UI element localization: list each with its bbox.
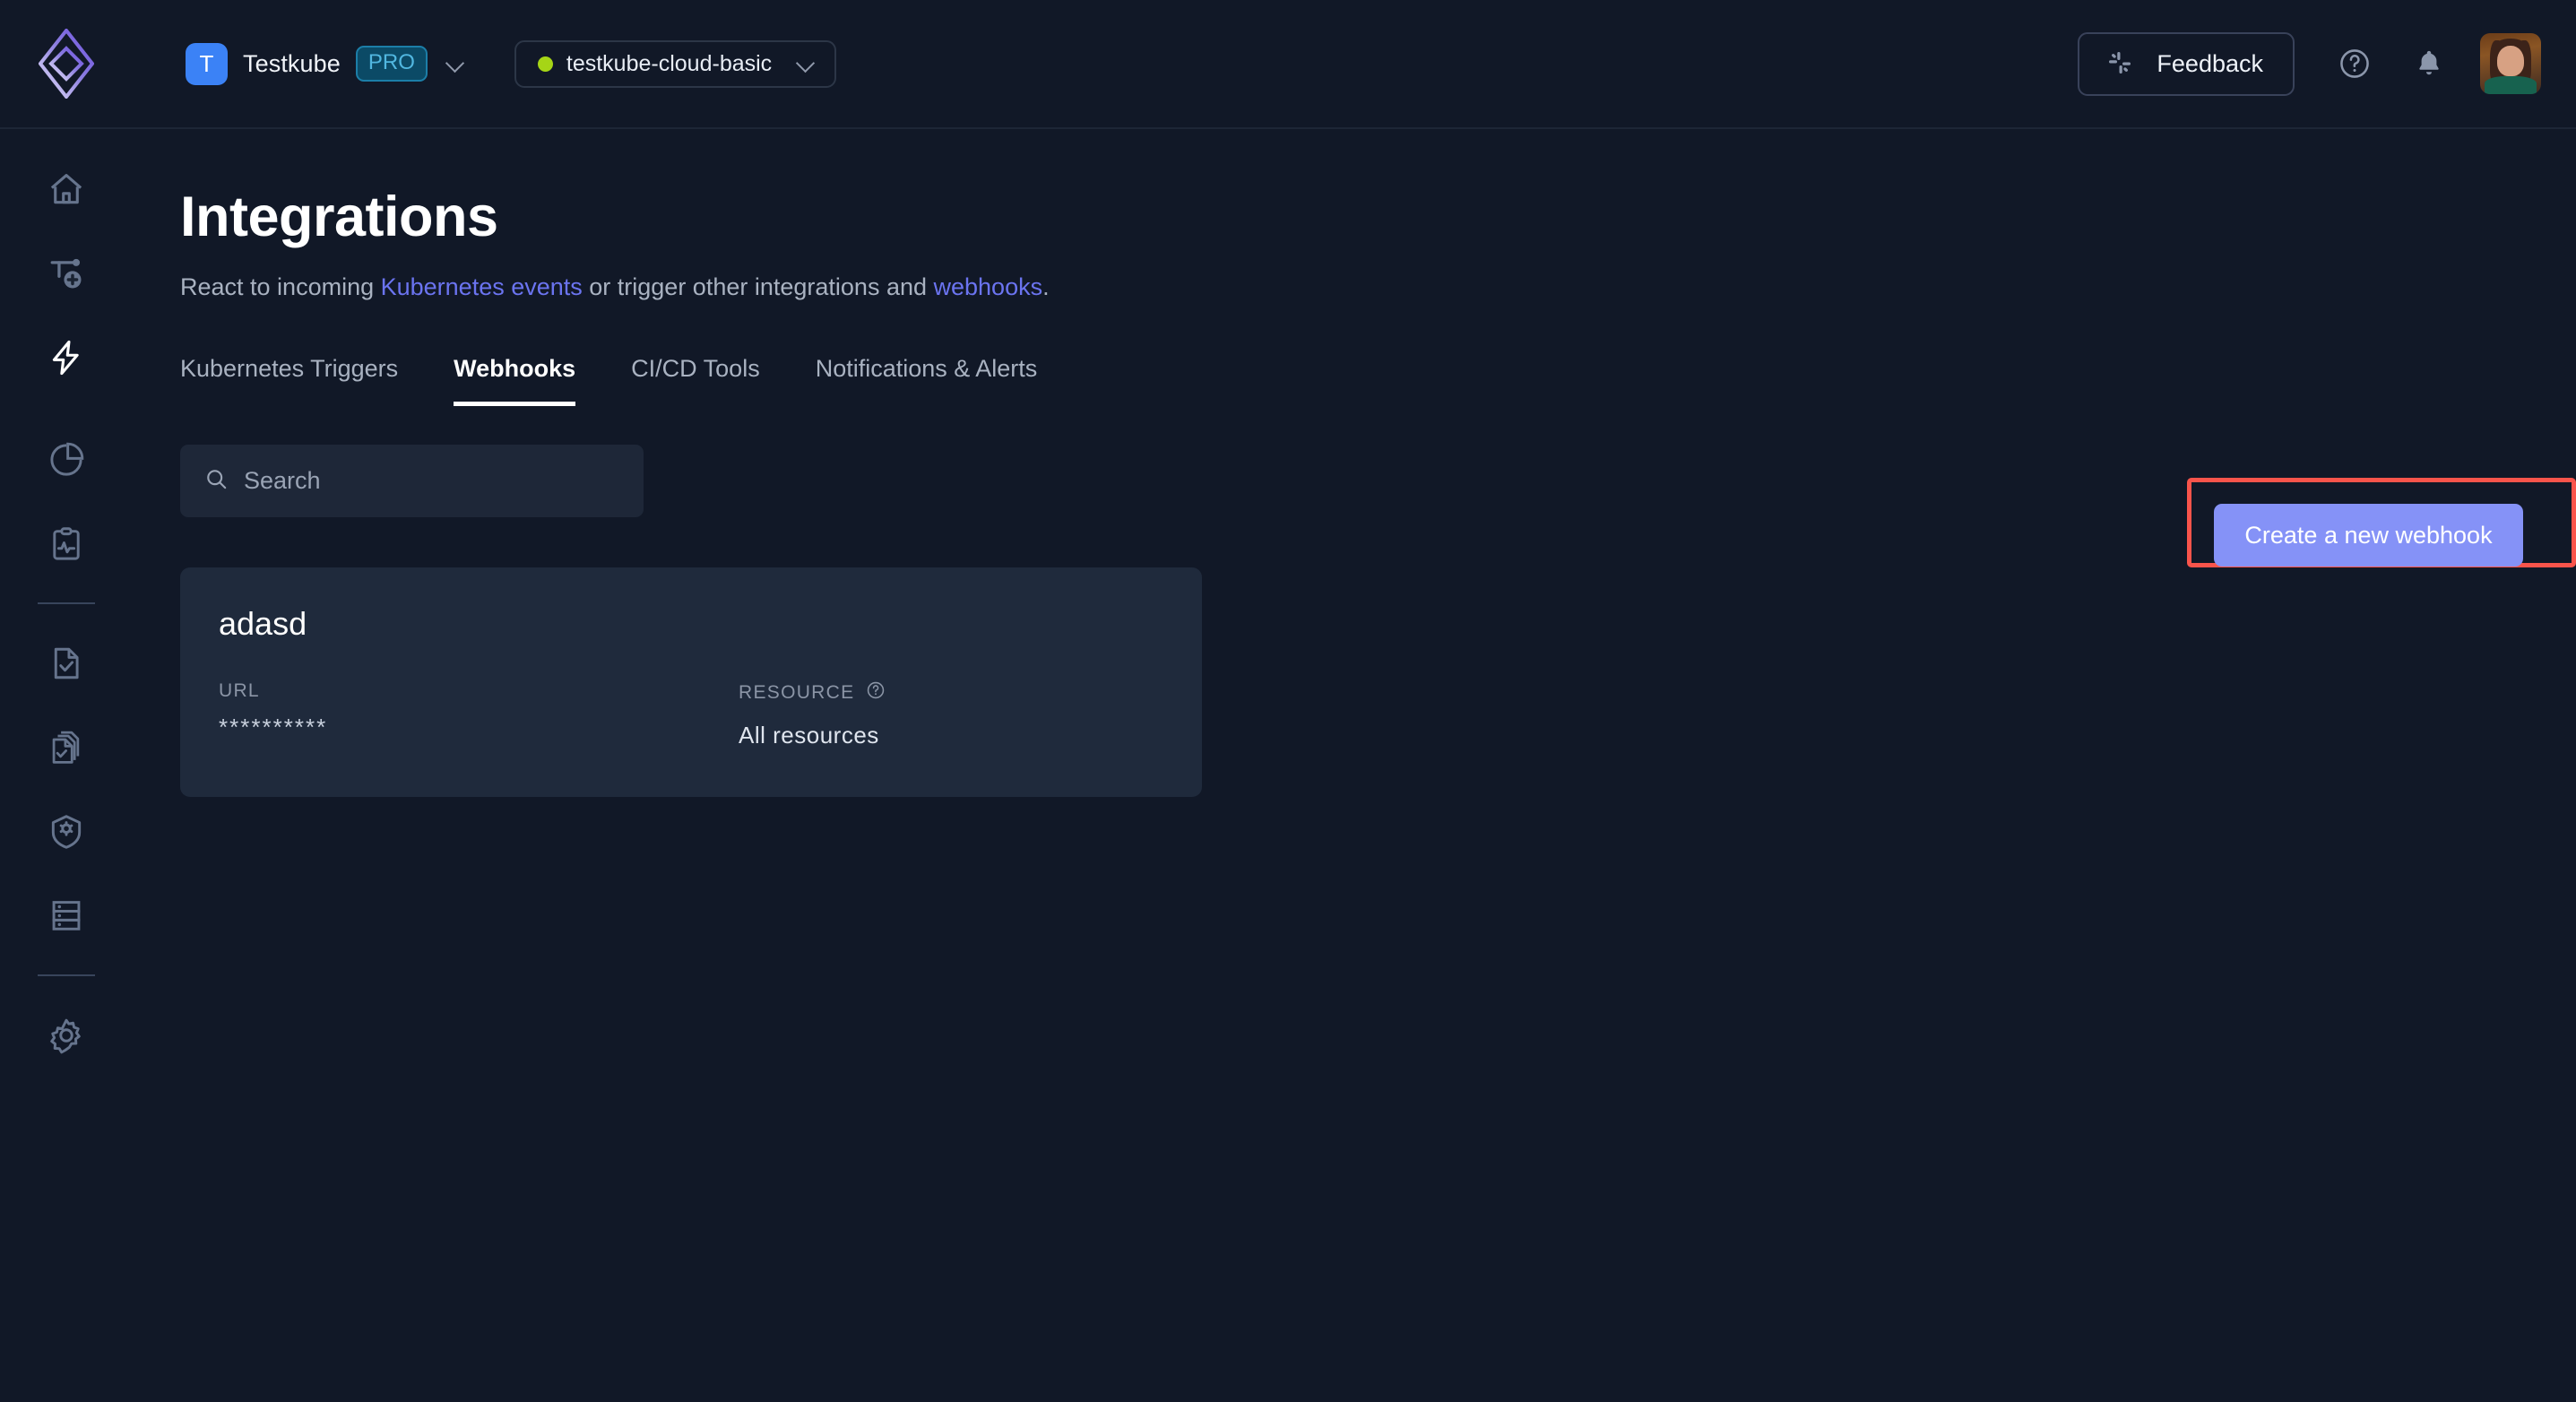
feedback-button[interactable]: Feedback	[2078, 32, 2295, 96]
chevron-down-icon	[796, 54, 816, 74]
description-part-3: .	[1042, 273, 1050, 300]
status-dot-green-icon	[538, 56, 553, 72]
webhook-resource-label: RESOURCE	[739, 680, 1187, 705]
plan-badge: PRO	[356, 46, 428, 82]
sidebar-item-status-pages[interactable]	[0, 510, 133, 577]
sidebar-item-create-new[interactable]	[0, 239, 133, 307]
sidebar-item-dashboard[interactable]	[0, 426, 133, 493]
create-new-webhook-button[interactable]: Create a new webhook	[2214, 504, 2523, 567]
question-circle-icon[interactable]	[866, 680, 886, 705]
sidebar-item-test-suites[interactable]	[0, 714, 133, 781]
page-title: Integrations	[180, 185, 2576, 249]
kubernetes-events-link[interactable]: Kubernetes events	[381, 273, 583, 300]
environment-name: testkube-cloud-basic	[566, 51, 772, 77]
sidebar-item-integrations[interactable]	[0, 324, 133, 391]
tab-cicd-tools[interactable]: CI/CD Tools	[631, 355, 760, 406]
main-content: Integrations React to incoming Kubernete…	[133, 129, 2576, 797]
sidebar-divider-2	[38, 974, 95, 976]
webhook-details: URL ********** RESOURCE All resources	[219, 680, 1202, 749]
webhook-url-column: URL **********	[219, 680, 739, 749]
webhook-resource-label-text: RESOURCE	[739, 682, 854, 704]
sidebar-item-executors[interactable]	[0, 882, 133, 949]
webhook-name: adasd	[219, 605, 1202, 643]
description-part-2: or trigger other integrations and	[583, 273, 934, 300]
description-part-1: React to incoming	[180, 273, 381, 300]
environment-selector[interactable]: testkube-cloud-basic	[514, 40, 836, 88]
page-description: React to incoming Kubernetes events or t…	[180, 275, 2576, 299]
question-circle-icon[interactable]	[2323, 32, 2386, 95]
sidebar-divider-1	[38, 602, 95, 604]
app-header: T Testkube PRO testkube-cloud-basic Feed…	[0, 0, 2576, 129]
chevron-down-icon	[445, 54, 465, 74]
bell-icon[interactable]	[2398, 32, 2460, 95]
search-icon	[204, 467, 229, 496]
header-actions: Feedback	[2078, 32, 2576, 96]
tab-webhooks[interactable]: Webhooks	[454, 355, 575, 406]
search-box[interactable]	[180, 445, 644, 517]
webhook-resource-column: RESOURCE All resources	[739, 680, 1187, 749]
org-name: Testkube	[243, 50, 341, 78]
sidebar-item-sources[interactable]	[0, 798, 133, 865]
sidebar-nav	[0, 129, 133, 1402]
integration-tabs: Kubernetes Triggers Webhooks CI/CD Tools…	[180, 355, 2576, 406]
sidebar-item-settings[interactable]	[0, 1001, 133, 1069]
webhook-card[interactable]: adasd URL ********** RESOURCE	[180, 567, 1202, 797]
search-input[interactable]	[244, 467, 619, 495]
feedback-label: Feedback	[2157, 50, 2263, 78]
webhook-url-value: **********	[219, 714, 739, 741]
webhooks-link[interactable]: webhooks	[934, 273, 1043, 300]
tab-kubernetes-triggers[interactable]: Kubernetes Triggers	[180, 355, 398, 406]
user-avatar[interactable]	[2480, 33, 2541, 94]
webhook-resource-value: All resources	[739, 722, 1187, 749]
org-avatar: T	[186, 43, 228, 85]
slack-icon	[2106, 49, 2133, 79]
tab-notifications-alerts[interactable]: Notifications & Alerts	[816, 355, 1038, 406]
sidebar-item-home[interactable]	[0, 155, 133, 222]
testkube-diamond-logo-icon[interactable]	[0, 0, 133, 128]
webhook-url-label: URL	[219, 680, 739, 702]
org-switcher[interactable]: T Testkube PRO	[186, 43, 465, 85]
sidebar-item-tests[interactable]	[0, 629, 133, 697]
